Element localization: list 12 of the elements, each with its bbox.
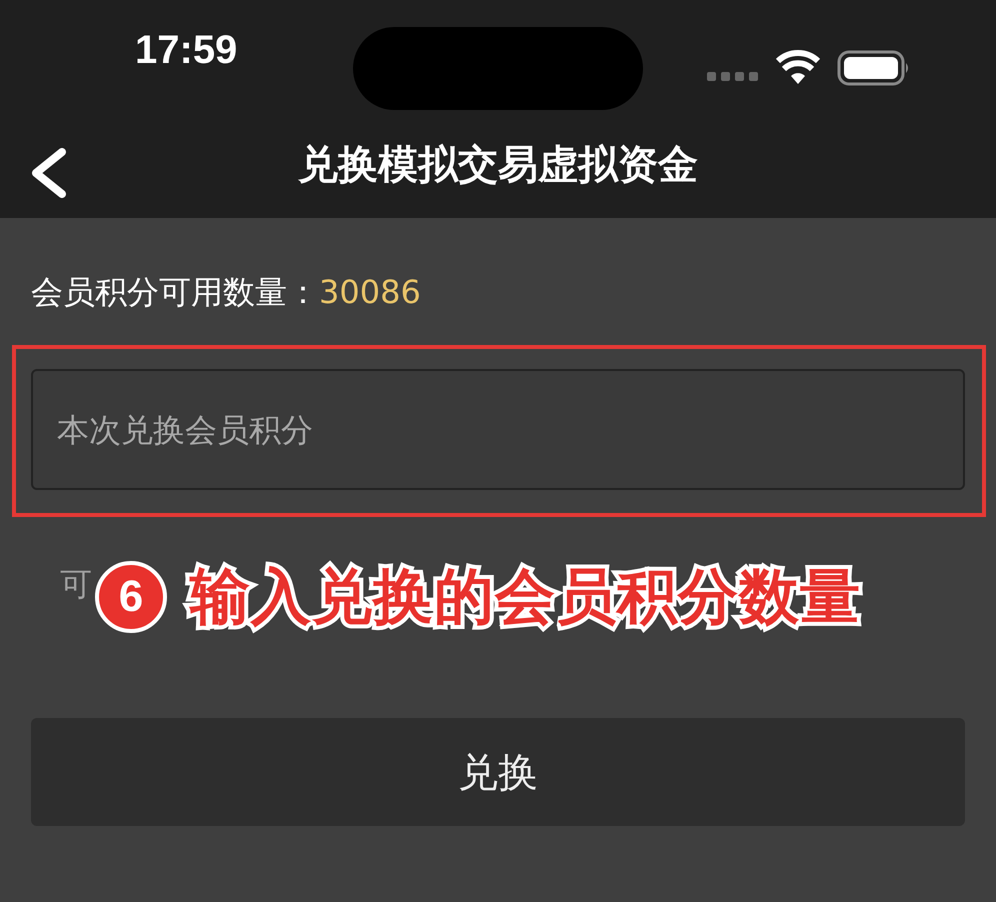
- signal-icon: [707, 72, 759, 82]
- annotation-text: 输入兑换的会员积分数量: [190, 562, 861, 632]
- points-value: 30086: [319, 272, 421, 313]
- battery-icon: [837, 50, 911, 86]
- wifi-icon: [775, 50, 821, 84]
- step-badge: 6: [95, 561, 167, 633]
- status-time: 17:59: [135, 28, 238, 72]
- exchange-button[interactable]: 兑换: [31, 718, 965, 826]
- exchange-hint: 可: [60, 564, 92, 605]
- page-title: 兑换模拟交易虚拟资金: [298, 140, 698, 190]
- points-input-field[interactable]: 本次兑换会员积分: [31, 369, 965, 490]
- points-label: 会员积分可用数量：: [31, 272, 319, 313]
